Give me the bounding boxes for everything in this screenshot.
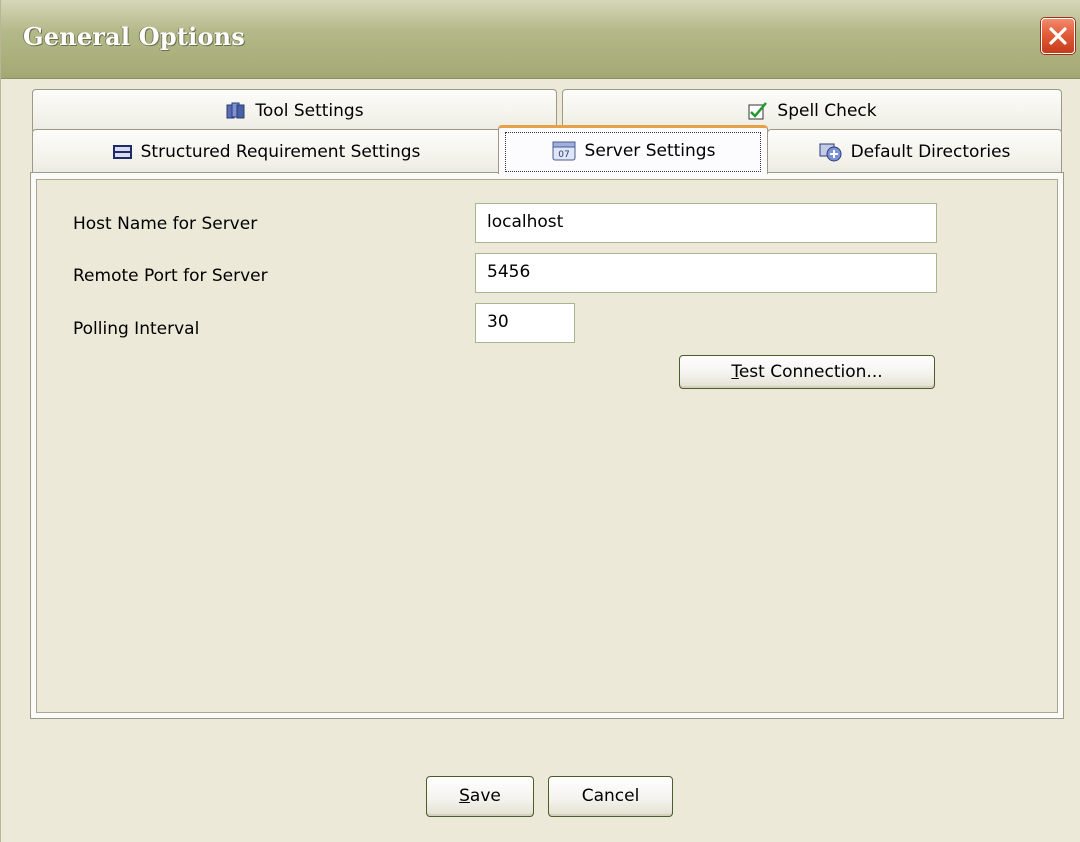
close-icon [1049, 27, 1067, 45]
polling-interval-label: Polling Interval [73, 319, 200, 339]
host-name-label: Host Name for Server [73, 214, 258, 234]
tab-default-directories[interactable]: Default Directories [767, 129, 1062, 173]
tab-structured-requirement-settings[interactable]: Structured Requirement Settings [32, 129, 501, 173]
tab-default-directories-label: Default Directories [850, 141, 1011, 162]
remote-port-field[interactable]: 5456 [475, 253, 937, 293]
tool-settings-icon [225, 101, 247, 121]
close-button[interactable] [1041, 18, 1075, 54]
tab-structured-requirement-label: Structured Requirement Settings [140, 141, 421, 162]
save-label: ave [469, 786, 501, 806]
title-bar[interactable]: General Options [1, 0, 1080, 79]
cancel-button[interactable]: Cancel [548, 776, 673, 817]
host-name-field[interactable]: localhost [475, 203, 937, 243]
test-connection-mnemonic: T [731, 362, 739, 382]
test-connection-label: est Connection... [738, 362, 883, 382]
tab-focus-ring [505, 132, 761, 172]
remote-port-label: Remote Port for Server [73, 266, 268, 286]
save-button[interactable]: Save [426, 776, 534, 817]
spell-check-icon [747, 101, 769, 121]
polling-interval-field[interactable]: 30 [475, 303, 575, 343]
default-directories-icon [819, 141, 843, 163]
test-connection-button[interactable]: Test Connection... [679, 355, 935, 389]
general-options-dialog: General Options Tool Settings Spell Chec… [0, 0, 1080, 842]
tab-tool-settings[interactable]: Tool Settings [32, 89, 557, 131]
server-settings-form: Host Name for Server localhost Remote Po… [36, 179, 1058, 713]
structured-requirement-icon [112, 144, 133, 160]
window-title: General Options [23, 22, 246, 51]
tab-server-settings[interactable]: 07 Server Settings [498, 125, 768, 174]
tab-panel-server-settings: Host Name for Server localhost Remote Po… [30, 172, 1064, 719]
tab-spell-check-label: Spell Check [777, 100, 877, 121]
tab-tool-settings-label: Tool Settings [255, 100, 364, 121]
save-mnemonic: S [459, 786, 470, 806]
